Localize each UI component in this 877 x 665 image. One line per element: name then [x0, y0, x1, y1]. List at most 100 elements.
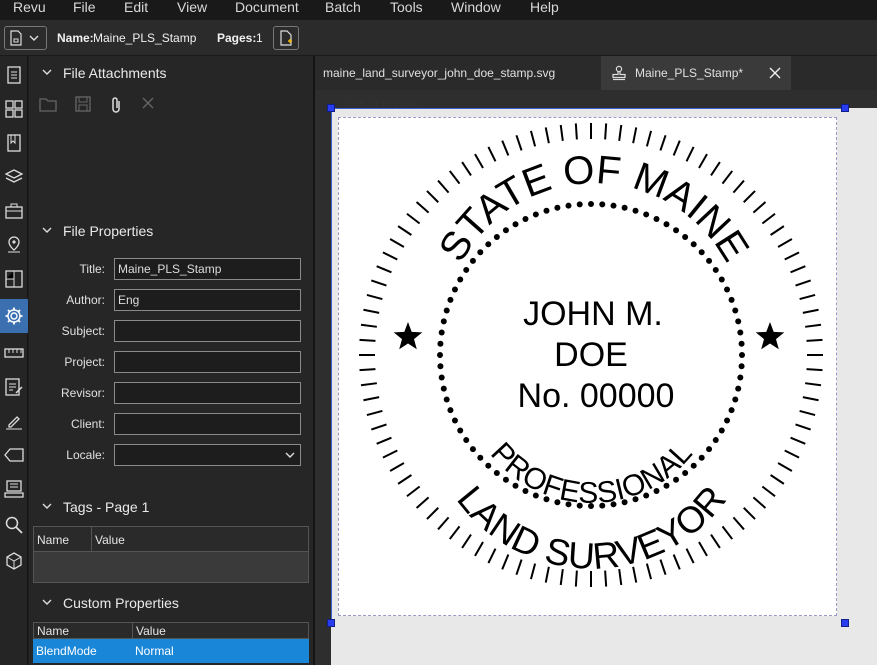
tags-table-body[interactable] — [34, 552, 308, 582]
revisor-field[interactable] — [114, 382, 301, 404]
seal-dot — [737, 374, 744, 381]
seal-dot — [522, 215, 529, 222]
tags-tab[interactable] — [0, 438, 28, 472]
pages-value: 1 — [256, 31, 263, 45]
bookmarks-tab[interactable] — [0, 126, 28, 160]
seal-tick — [698, 541, 708, 557]
tags-col-name[interactable]: Name — [34, 527, 92, 551]
seal-dot — [493, 233, 500, 240]
locale-select[interactable] — [114, 444, 301, 466]
tags-header[interactable]: Tags - Page 1 — [29, 495, 313, 519]
layers-tab[interactable] — [0, 160, 28, 194]
seal-dot — [437, 352, 443, 358]
licensee-name-line1: JOHN M. — [523, 295, 663, 333]
menu-file[interactable]: File — [73, 0, 96, 15]
project-field[interactable] — [114, 351, 301, 373]
licensee-name-line2: DOE — [554, 336, 628, 374]
seal-dot — [443, 307, 450, 314]
open-folder-icon[interactable] — [39, 96, 57, 112]
seal-dot — [451, 417, 458, 424]
thumbnails-grid-tab[interactable] — [0, 92, 28, 126]
menu-batch[interactable]: Batch — [325, 0, 361, 15]
grid-icon — [5, 100, 23, 118]
search-tab[interactable] — [0, 508, 28, 542]
thumbnails-tab[interactable] — [0, 58, 28, 92]
table-row[interactable]: BlendMode Normal — [33, 639, 309, 663]
seal-dot — [728, 296, 735, 303]
seal-tick — [501, 140, 510, 156]
seal-tick — [710, 534, 721, 549]
close-icon[interactable] — [141, 96, 155, 110]
menu-document[interactable]: Document — [235, 0, 299, 15]
3d-tab[interactable] — [0, 544, 28, 578]
seal-tick — [721, 170, 734, 185]
seal-dot — [632, 207, 639, 214]
seal-dot — [588, 201, 594, 207]
document-icon — [10, 30, 22, 46]
studio-tab[interactable] — [0, 472, 28, 506]
file-properties-header[interactable]: File Properties — [29, 219, 313, 243]
seal-tick — [363, 308, 380, 314]
tab-maine-pls-stamp[interactable]: Maine_PLS_Stamp* — [601, 56, 791, 90]
measurements-tab[interactable] — [0, 336, 28, 370]
seal-tick — [784, 449, 800, 459]
document-menu-button[interactable] — [4, 26, 47, 50]
seal-dot — [457, 427, 464, 434]
seal-tick — [437, 516, 450, 531]
menu-revu[interactable]: Revu — [13, 0, 46, 15]
stamp-page[interactable]: STATE OF MAINE PROFESSIONAL LAND SURVEYO… — [338, 117, 837, 616]
menu-help[interactable]: Help — [530, 0, 559, 15]
author-row: Author: — [29, 289, 313, 311]
seal-tick — [382, 449, 398, 459]
tab-svg-file[interactable]: maine_land_surveyor_john_doe_stamp.svg — [315, 56, 600, 90]
spaces-tab[interactable] — [0, 262, 28, 296]
client-field[interactable] — [114, 413, 301, 435]
attachment-tools — [39, 96, 155, 114]
author-field[interactable] — [114, 289, 301, 311]
tags-table-header: Name Value — [34, 527, 308, 552]
menu-view[interactable]: View — [177, 0, 207, 15]
seal-tick — [805, 323, 822, 328]
menu-edit[interactable]: Edit — [124, 0, 148, 15]
seal-tick — [698, 153, 708, 169]
custom-properties-header[interactable]: Custom Properties — [29, 591, 313, 615]
signatures-tab[interactable] — [0, 404, 28, 438]
resize-handle-top-right[interactable] — [841, 104, 849, 112]
close-icon[interactable] — [769, 67, 781, 79]
file-attachments-header[interactable]: File Attachments — [29, 61, 313, 85]
seal-tick — [426, 190, 439, 203]
seal-dot — [735, 318, 742, 325]
menu-window[interactable]: Window — [451, 0, 501, 15]
tool-chest-tab[interactable] — [0, 194, 28, 228]
properties-tab[interactable] — [0, 299, 28, 333]
search-icon — [5, 516, 23, 534]
custom-col-value[interactable]: Value — [133, 623, 169, 638]
insert-page-button[interactable] — [273, 26, 299, 50]
resize-handle-bottom-left[interactable] — [327, 619, 335, 627]
seal-tick — [806, 338, 823, 342]
title-field[interactable] — [114, 258, 301, 280]
seal-tick — [672, 554, 681, 570]
save-icon[interactable] — [75, 96, 91, 112]
document-canvas[interactable]: STATE OF MAINE PROFESSIONAL LAND SURVEYO… — [315, 90, 877, 665]
custom-col-name[interactable]: Name — [34, 623, 133, 638]
places-tab[interactable] — [0, 228, 28, 262]
side-icon-bar — [0, 56, 28, 665]
markups-list-tab[interactable] — [0, 370, 28, 404]
paperclip-icon[interactable] — [109, 96, 123, 114]
seal-tick — [802, 308, 819, 314]
subject-field[interactable] — [114, 320, 301, 342]
seal-tick — [366, 409, 383, 417]
right-star-icon — [755, 322, 785, 350]
resize-handle-bottom-right[interactable] — [841, 619, 849, 627]
revisor-label: Revisor: — [60, 386, 105, 400]
seal-dot — [532, 211, 539, 218]
seal-tick — [487, 548, 497, 564]
seal-tick — [802, 396, 819, 402]
seal-tick — [574, 123, 578, 140]
tags-col-value[interactable]: Value — [92, 527, 128, 551]
menu-tools[interactable]: Tools — [390, 0, 423, 15]
seal-tick — [805, 382, 822, 387]
seal-tick — [604, 123, 608, 140]
resize-handle-top-left[interactable] — [327, 104, 335, 112]
